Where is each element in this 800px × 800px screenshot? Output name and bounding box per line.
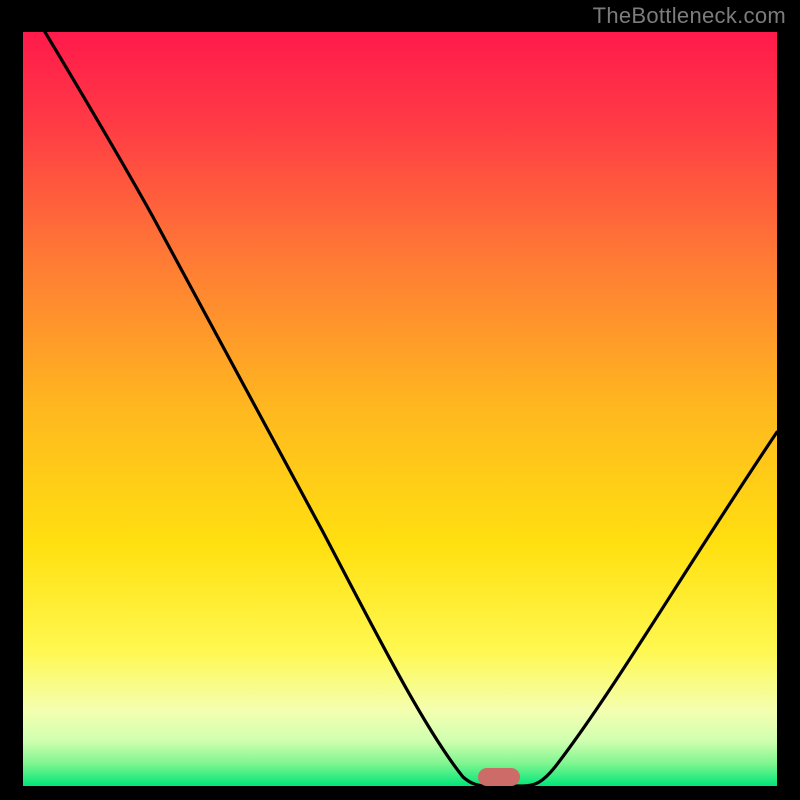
watermark-text: TheBottleneck.com <box>593 3 786 29</box>
chart-container: TheBottleneck.com <box>0 0 800 800</box>
optimum-marker <box>478 768 520 786</box>
bottleneck-plot <box>23 32 777 786</box>
gradient-backdrop <box>23 32 777 786</box>
